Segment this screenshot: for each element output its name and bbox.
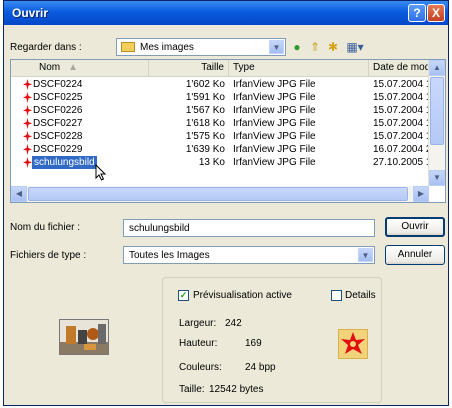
jpg-file-icon (23, 118, 32, 129)
chevron-down-icon[interactable]: ▼ (358, 248, 373, 262)
jpg-file-icon (23, 79, 32, 90)
file-date: 27.10.2005 1 (373, 157, 429, 168)
vertical-scroll-thumb[interactable] (430, 77, 444, 145)
file-row[interactable]: DSCF0226 1'567 Ko IrfanView JPG File 15.… (11, 104, 429, 117)
filetype-label: Fichiers de type : (10, 250, 87, 261)
file-name: DSCF0226 (33, 105, 83, 116)
filetype-value: Toutes les Images (129, 250, 210, 261)
column-header-size[interactable]: Taille (149, 60, 229, 76)
lookin-select[interactable]: Mes images ▼ (116, 38, 286, 56)
details-label: Details (345, 290, 376, 301)
file-name: DSCF0229 (33, 144, 83, 155)
file-row[interactable]: DSCF0224 1'602 Ko IrfanView JPG File 15.… (11, 78, 429, 91)
file-date: 15.07.2004 1 (373, 92, 429, 103)
file-size: 1'567 Ko (185, 105, 225, 116)
file-size: 1'639 Ko (185, 144, 225, 155)
view-menu-icon[interactable]: ▦▾ (344, 40, 366, 54)
file-type: IrfanView JPG File (233, 118, 316, 129)
window-title: Ouvrir (12, 6, 49, 20)
scroll-left-icon[interactable]: ◀ (11, 186, 27, 202)
list-header: Nom ▲ Taille Type Date de mod (11, 60, 429, 77)
file-row-selected[interactable]: schulungsbild 13 Ko IrfanView JPG File 2… (11, 156, 429, 169)
vertical-scrollbar[interactable]: ▲ ▼ (428, 60, 445, 186)
horizontal-scroll-thumb[interactable] (28, 187, 408, 201)
thumbnail-preview (59, 319, 109, 355)
filetype-select[interactable]: Toutes les Images ▼ (123, 246, 375, 264)
cancel-button[interactable]: Annuler (385, 245, 445, 265)
file-date: 15.07.2004 1 (373, 79, 429, 90)
filename-value: schulungsbild (129, 223, 190, 234)
sort-arrow-icon: ▲ (68, 62, 79, 73)
file-size: 1'602 Ko (185, 79, 225, 90)
close-button[interactable]: X (427, 4, 445, 22)
file-type: IrfanView JPG File (233, 79, 316, 90)
scroll-down-icon[interactable]: ▼ (429, 170, 445, 186)
width-value: 242 (225, 318, 242, 329)
file-list[interactable]: Nom ▲ Taille Type Date de mod DSCF0224 1'… (10, 59, 446, 203)
details-checkbox[interactable] (331, 290, 342, 301)
lookin-value: Mes images (140, 42, 194, 53)
size-label: Taille: (179, 384, 205, 395)
jpg-file-icon (23, 92, 32, 103)
open-button[interactable]: Ouvrir (385, 217, 445, 237)
jpg-file-icon (338, 329, 368, 359)
height-value: 169 (245, 338, 262, 349)
mouse-cursor-icon (95, 163, 107, 184)
jpg-file-icon (23, 157, 32, 168)
file-name: DSCF0227 (33, 118, 83, 129)
file-type: IrfanView JPG File (233, 144, 316, 155)
folder-icon (121, 42, 135, 52)
scroll-right-icon[interactable]: ▶ (413, 186, 429, 202)
file-type: IrfanView JPG File (233, 105, 316, 116)
jpg-file-icon (23, 131, 32, 142)
file-size: 1'618 Ko (185, 118, 225, 129)
colors-value: 24 bpp (245, 362, 276, 373)
jpg-file-icon (23, 144, 32, 155)
filename-input[interactable]: schulungsbild (123, 219, 375, 237)
file-date: 16.07.2004 2 (373, 144, 429, 155)
new-folder-icon[interactable]: ✱ (326, 40, 340, 54)
colors-label: Couleurs: (179, 362, 222, 373)
title-bar[interactable]: Ouvrir ? X (4, 1, 448, 25)
file-name: DSCF0224 (33, 79, 83, 90)
file-date: 15.07.2004 1 (373, 118, 429, 129)
file-size: 1'575 Ko (185, 131, 225, 142)
height-label: Hauteur: (179, 338, 218, 349)
column-header-date[interactable]: Date de mod (369, 60, 429, 76)
size-value: 12542 bytes (209, 384, 264, 395)
file-row[interactable]: DSCF0228 1'575 Ko IrfanView JPG File 15.… (11, 130, 429, 143)
width-label: Largeur: (179, 318, 217, 329)
file-name: schulungsbild (32, 156, 97, 169)
file-size: 1'591 Ko (185, 92, 225, 103)
file-size: 13 Ko (198, 157, 225, 168)
file-type: IrfanView JPG File (233, 92, 316, 103)
chevron-down-icon[interactable]: ▼ (269, 40, 284, 54)
filename-label: Nom du fichier : (10, 222, 81, 233)
file-name: DSCF0228 (33, 131, 83, 142)
horizontal-scrollbar[interactable]: ◀ ▶ (11, 186, 429, 202)
preview-panel: ✓ Prévisualisation active Details Largeu… (162, 277, 382, 403)
jpg-file-icon (23, 105, 32, 116)
open-dialog: Ouvrir ? X Regarder dans : Mes images ▼ … (3, 0, 449, 406)
up-folder-icon[interactable]: ⇑ (308, 40, 322, 54)
file-type: IrfanView JPG File (233, 131, 316, 142)
column-header-type[interactable]: Type (229, 60, 369, 76)
lookin-label: Regarder dans : (10, 42, 82, 53)
preview-active-checkbox[interactable]: ✓ (178, 290, 189, 301)
help-button[interactable]: ? (408, 4, 426, 22)
scroll-up-icon[interactable]: ▲ (429, 60, 445, 76)
preview-active-label: Prévisualisation active (193, 290, 292, 301)
file-row[interactable]: DSCF0227 1'618 Ko IrfanView JPG File 15.… (11, 117, 429, 130)
file-row[interactable]: DSCF0229 1'639 Ko IrfanView JPG File 16.… (11, 143, 429, 156)
file-row[interactable]: DSCF0225 1'591 Ko IrfanView JPG File 15.… (11, 91, 429, 104)
back-icon[interactable]: ● (290, 40, 304, 54)
file-type: IrfanView JPG File (233, 157, 316, 168)
file-name: DSCF0225 (33, 92, 83, 103)
file-date: 15.07.2004 1 (373, 131, 429, 142)
column-name-label: Nom (39, 62, 61, 73)
file-date: 15.07.2004 1 (373, 105, 429, 116)
column-header-name[interactable]: Nom ▲ (11, 60, 149, 76)
